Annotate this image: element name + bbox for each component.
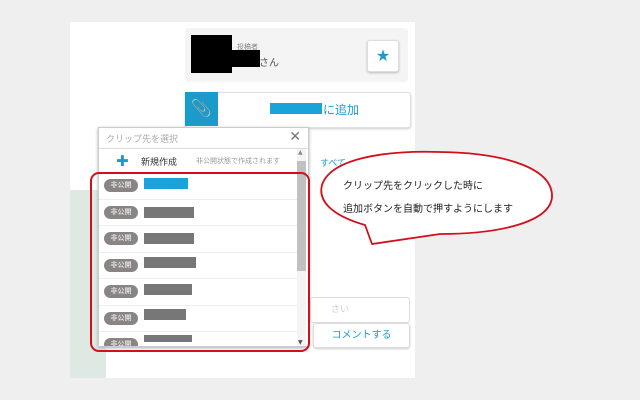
speech-bubble: [320, 150, 553, 245]
callout-text: クリップ先をクリックした時に 追加ボタンを自動で押すようにします: [343, 175, 513, 221]
callout-line-1: クリップ先をクリックした時に: [343, 181, 483, 192]
callout-line-2: 追加ボタンを自動で押すようにします: [343, 204, 513, 215]
